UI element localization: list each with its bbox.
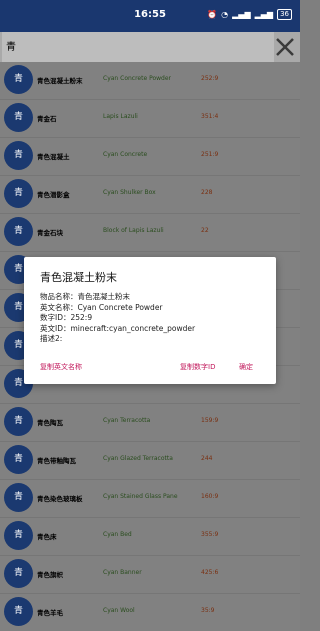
item-name-cn: 青色带釉陶瓦 — [37, 457, 76, 465]
item-name-cn: 青色潜影盒 — [37, 191, 70, 199]
list-item[interactable]: 青 青色床 Cyan Bed 355:9 — [0, 518, 300, 555]
dialog-line-numeric-id: 数字ID：252:9 — [40, 313, 93, 322]
confirm-button[interactable]: 确定 — [239, 362, 253, 372]
avatar: 青 — [4, 559, 33, 588]
item-name-cn: 青色床 — [37, 533, 57, 541]
item-id: 252:9 — [201, 75, 219, 82]
alarm-icon: ⏰ — [207, 10, 218, 19]
list-item[interactable]: 青 青金石块 Block of Lapis Lazuli 22 — [0, 214, 300, 251]
item-id: 244 — [201, 455, 213, 462]
close-icon[interactable] — [274, 35, 296, 59]
item-name-cn: 青色混凝土粉末 — [37, 77, 83, 85]
status-bar: 16:55 ⏰ ◔ ▂▄▆ ▂▄▆ 36 — [0, 0, 300, 32]
item-name-cn: 青色旗帜 — [37, 571, 63, 579]
list-item[interactable]: 青 青色带釉陶瓦 Cyan Glazed Terracotta 244 — [0, 442, 300, 479]
status-icons: ⏰ ◔ ▂▄▆ ▂▄▆ 36 — [207, 9, 292, 20]
avatar: 青 — [4, 407, 33, 436]
item-name-cn: 青色羊毛 — [37, 609, 63, 617]
item-name-en: Cyan Glazed Terracotta — [103, 455, 173, 462]
item-name-en: Cyan Bed — [103, 531, 132, 538]
item-detail-dialog: 青色混凝土粉末 物品名称：青色混凝土粉末 英文名称：Cyan Concrete … — [24, 257, 276, 384]
avatar: 青 — [4, 141, 33, 170]
item-id: 351:4 — [201, 113, 219, 120]
list-item[interactable]: 青 青色潜影盒 Cyan Shulker Box 228 — [0, 176, 300, 213]
item-id: 228 — [201, 189, 213, 196]
avatar: 青 — [4, 217, 33, 246]
item-name-en: Cyan Terracotta — [103, 417, 151, 424]
item-name-en: Cyan Banner — [103, 569, 142, 576]
avatar: 青 — [4, 179, 33, 208]
battery-icon: 36 — [277, 9, 292, 20]
list-item[interactable]: 青 青色陶瓦 Cyan Terracotta 159:9 — [0, 404, 300, 441]
item-id: 159:9 — [201, 417, 219, 424]
item-name-en: Block of Lapis Lazuli — [103, 227, 164, 234]
dialog-body: 物品名称：青色混凝土粉末 英文名称：Cyan Concrete Powder 数… — [40, 292, 195, 345]
wifi-icon: ◔ — [221, 10, 229, 19]
dialog-title: 青色混凝土粉末 — [40, 271, 117, 284]
item-id: 160:9 — [201, 493, 219, 500]
list-item[interactable]: 青 青色染色玻璃板 Cyan Stained Glass Pane 160:9 — [0, 480, 300, 517]
list-item[interactable]: 青 青色混凝土 Cyan Concrete 251:9 — [0, 138, 300, 175]
list-item[interactable]: 青 青色羊毛 Cyan Wool 35:9 — [0, 594, 300, 631]
dialog-line-en-name: 英文名称：Cyan Concrete Powder — [40, 302, 163, 312]
list-item[interactable]: 青 青色混凝土粉末 Cyan Concrete Powder 252:9 — [0, 62, 300, 99]
item-name-cn: 青色染色玻璃板 — [37, 495, 83, 503]
item-name-en: Cyan Wool — [103, 607, 135, 614]
item-name-cn: 青色陶瓦 — [37, 419, 63, 427]
avatar: 青 — [4, 445, 33, 474]
item-name-en: Cyan Concrete — [103, 151, 148, 158]
item-id: 355:9 — [201, 531, 219, 538]
search-bar: 青 — [0, 32, 300, 62]
list-item[interactable]: 青 青金石 Lapis Lazuli 351:4 — [0, 100, 300, 137]
search-input[interactable]: 青 — [2, 32, 274, 62]
item-name-cn: 青金石块 — [37, 229, 63, 237]
list-item[interactable]: 青 青色旗帜 Cyan Banner 425:6 — [0, 556, 300, 593]
item-id: 35:9 — [201, 607, 215, 614]
item-id: 251:9 — [201, 151, 219, 158]
item-id: 22 — [201, 227, 209, 234]
dialog-line-en-id: 英文ID：minecraft:cyan_concrete_powder — [40, 323, 196, 333]
item-name-cn: 青金石 — [37, 115, 57, 123]
item-name-en: Cyan Concrete Powder — [103, 75, 172, 82]
item-name-en: Cyan Stained Glass Pane — [103, 493, 178, 500]
dialog-line-cn-name: 物品名称：青色混凝土粉末 — [40, 292, 130, 301]
avatar: 青 — [4, 597, 33, 626]
copy-numeric-id-button[interactable]: 复制数字ID — [180, 362, 215, 372]
dialog-line-desc: 描述2: — [40, 334, 63, 343]
avatar: 青 — [4, 483, 33, 512]
item-id: 425:6 — [201, 569, 219, 576]
signal-4g-icon: ▂▄▆ — [232, 10, 251, 19]
item-name-en: Cyan Shulker Box — [103, 189, 156, 196]
avatar: 青 — [4, 65, 33, 94]
avatar: 青 — [4, 103, 33, 132]
copy-english-name-button[interactable]: 复制英文名称 — [40, 362, 82, 372]
item-name-cn: 青色混凝土 — [37, 153, 70, 161]
item-name-en: Lapis Lazuli — [103, 113, 138, 120]
signal-4g-icon: ▂▄▆ — [254, 10, 274, 19]
avatar: 青 — [4, 521, 33, 550]
